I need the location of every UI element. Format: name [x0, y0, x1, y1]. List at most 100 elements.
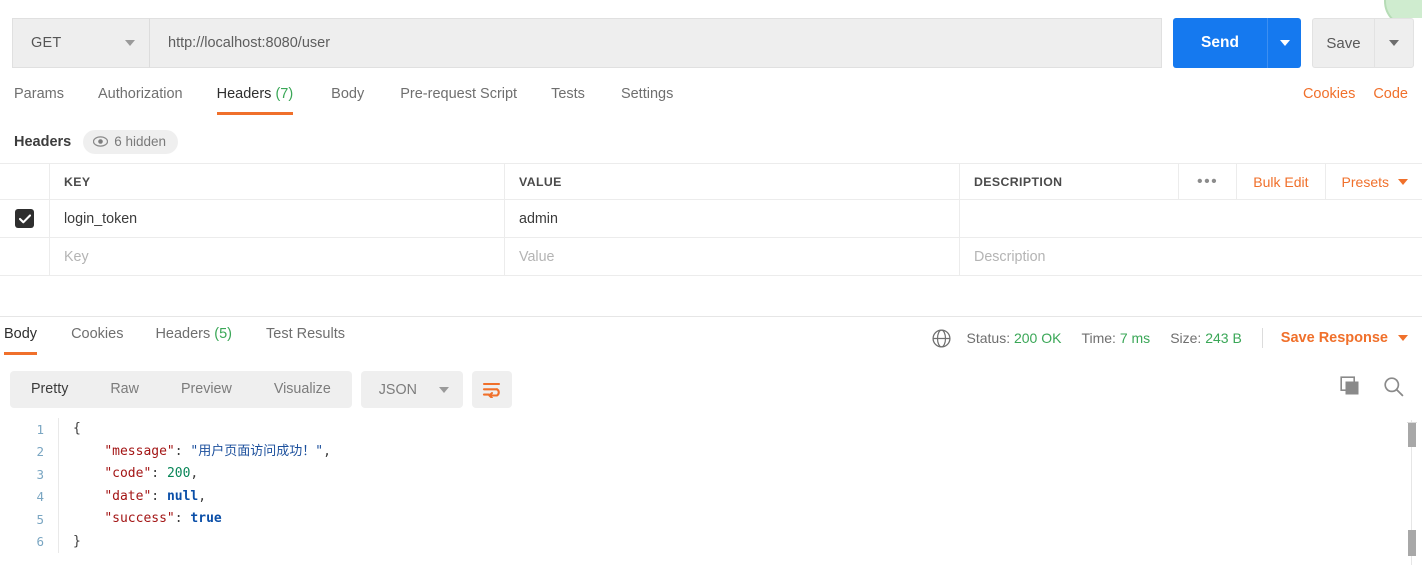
request-url-input[interactable]: http://localhost:8080/user	[150, 18, 1162, 68]
row-value-text: admin	[519, 210, 558, 227]
save-response-label: Save Response	[1280, 330, 1388, 346]
new-value-placeholder: Value	[519, 248, 555, 265]
time-item: Time: 7 ms	[1081, 330, 1150, 346]
request-tabs: Params Authorization Headers (7) Body Pre-re…	[0, 82, 1422, 122]
save-options-button[interactable]	[1374, 18, 1414, 68]
save-request-button[interactable]: Save	[1312, 18, 1374, 68]
cookies-link[interactable]: Cookies	[1303, 86, 1355, 102]
tab-params[interactable]: Params	[14, 82, 64, 115]
search-icon[interactable]	[1383, 376, 1404, 397]
code-token: {	[73, 421, 81, 436]
new-key-placeholder: Key	[64, 248, 89, 265]
scrollbar-thumb-top[interactable]	[1408, 423, 1416, 447]
view-mode-group: Pretty Raw Preview Visualize	[10, 371, 352, 408]
table-new-row: Key Value Description	[0, 238, 1422, 276]
response-format-select[interactable]: JSON	[360, 371, 463, 408]
line-number: 2	[36, 444, 44, 460]
eye-icon	[93, 136, 109, 147]
line-number: 3	[36, 466, 44, 482]
response-view-toolbar: Pretty Raw Preview Visualize JSON	[10, 371, 512, 408]
tab-settings[interactable]: Settings	[621, 82, 673, 115]
new-description-placeholder: Description	[974, 248, 1046, 265]
line-number: 6	[36, 534, 44, 550]
row-key-text: login_token	[64, 210, 138, 227]
code-token: :	[174, 443, 191, 459]
code-text[interactable]: {	[58, 418, 1422, 441]
code-token: 200	[166, 466, 191, 481]
save-response-button[interactable]: Save Response	[1281, 330, 1408, 346]
tab-label: Body	[331, 86, 365, 102]
code-token: ,	[190, 466, 199, 481]
response-tab-test-results[interactable]: Test Results	[266, 322, 345, 355]
view-mode-visualize[interactable]: Visualize	[253, 371, 352, 408]
response-tab-headers[interactable]: Headers (5)	[155, 322, 232, 355]
tab-active-indicator	[216, 112, 294, 115]
view-mode-pretty[interactable]: Pretty	[10, 371, 89, 408]
header-value-cell: VALUE	[505, 164, 960, 199]
tab-tests[interactable]: Tests	[551, 82, 585, 115]
postman-window: GET http://localhost:8080/user Send Save…	[0, 0, 1422, 565]
headers-subheader: Headers 6 hidden	[14, 130, 179, 154]
code-text[interactable]: "date": null,	[58, 485, 1422, 508]
time-value: 7 ms	[1119, 330, 1151, 346]
code-text[interactable]: "message": "用户页面访问成功！",	[58, 440, 1422, 463]
tab-count: (7)	[271, 86, 294, 102]
row-checkbox-cell	[0, 200, 50, 237]
send-options-button[interactable]	[1267, 18, 1301, 68]
request-url-text: http://localhost:8080/user	[168, 35, 331, 51]
response-scrollbar[interactable]	[1407, 420, 1417, 565]
more-options-icon[interactable]: •••	[1177, 164, 1236, 199]
new-row-key-cell[interactable]: Key	[50, 238, 505, 275]
response-body-code[interactable]: 1 {2 "message": "用户页面访问成功！", 3 "code": 200…	[0, 418, 1422, 565]
column-header-description: DESCRIPTION	[974, 174, 1063, 189]
code-text[interactable]: "code": 200,	[58, 463, 1422, 486]
table-header-actions: ••• Bulk Edit Presets	[1177, 164, 1422, 199]
tab-label: Body	[4, 326, 38, 342]
code-text[interactable]: "success": true	[58, 508, 1422, 531]
hidden-headers-label: 6 hidden	[114, 134, 167, 149]
http-method-select[interactable]: GET	[12, 18, 150, 68]
http-method-label: GET	[31, 35, 62, 51]
tab-label: Tests	[551, 86, 585, 102]
send-button-group: Send	[1173, 18, 1301, 68]
new-row-value-cell[interactable]: Value	[505, 238, 960, 275]
new-row-description-cell[interactable]: Description	[960, 238, 1422, 275]
code-token: "success"	[104, 511, 175, 526]
line-number: 4	[36, 489, 44, 505]
row-enabled-checkbox[interactable]	[15, 209, 34, 228]
tab-count: (5)	[210, 326, 233, 342]
code-link[interactable]: Code	[1373, 86, 1408, 102]
tab-headers[interactable]: Headers (7)	[216, 82, 294, 115]
row-key-cell[interactable]: login_token	[50, 200, 505, 237]
tab-label: Params	[14, 86, 64, 102]
copy-icon[interactable]	[1340, 376, 1361, 397]
tab-authorization[interactable]: Authorization	[98, 82, 183, 115]
word-wrap-button[interactable]	[471, 371, 512, 408]
response-tab-cookies[interactable]: Cookies	[71, 322, 123, 355]
chevron-down-icon	[1279, 40, 1290, 46]
line-number: 1	[36, 421, 44, 437]
presets-button[interactable]: Presets	[1324, 164, 1422, 199]
row-value-cell[interactable]: admin	[505, 200, 960, 237]
code-token: ,	[198, 488, 207, 504]
code-text[interactable]: }	[58, 530, 1422, 553]
code-token: null	[166, 488, 199, 504]
scrollbar-thumb-bottom[interactable]	[1408, 530, 1416, 556]
new-row-checkbox-cell	[0, 238, 50, 275]
row-description-cell[interactable]	[960, 200, 1422, 237]
response-tab-body[interactable]: Body	[4, 322, 38, 355]
send-button[interactable]: Send	[1173, 18, 1267, 68]
pane-divider[interactable]	[0, 316, 1422, 317]
response-format-label: JSON	[378, 381, 417, 398]
code-token: :	[151, 466, 167, 481]
code-line: 6}	[0, 530, 1422, 553]
view-mode-preview[interactable]: Preview	[160, 371, 253, 408]
hidden-headers-badge[interactable]: 6 hidden	[83, 130, 179, 154]
view-mode-raw[interactable]: Raw	[89, 371, 160, 408]
bulk-edit-button[interactable]: Bulk Edit	[1236, 164, 1324, 199]
save-button-group: Save	[1312, 18, 1414, 68]
tab-pre-request-script[interactable]: Pre-request Script	[400, 82, 517, 115]
tab-body[interactable]: Body	[331, 82, 364, 115]
